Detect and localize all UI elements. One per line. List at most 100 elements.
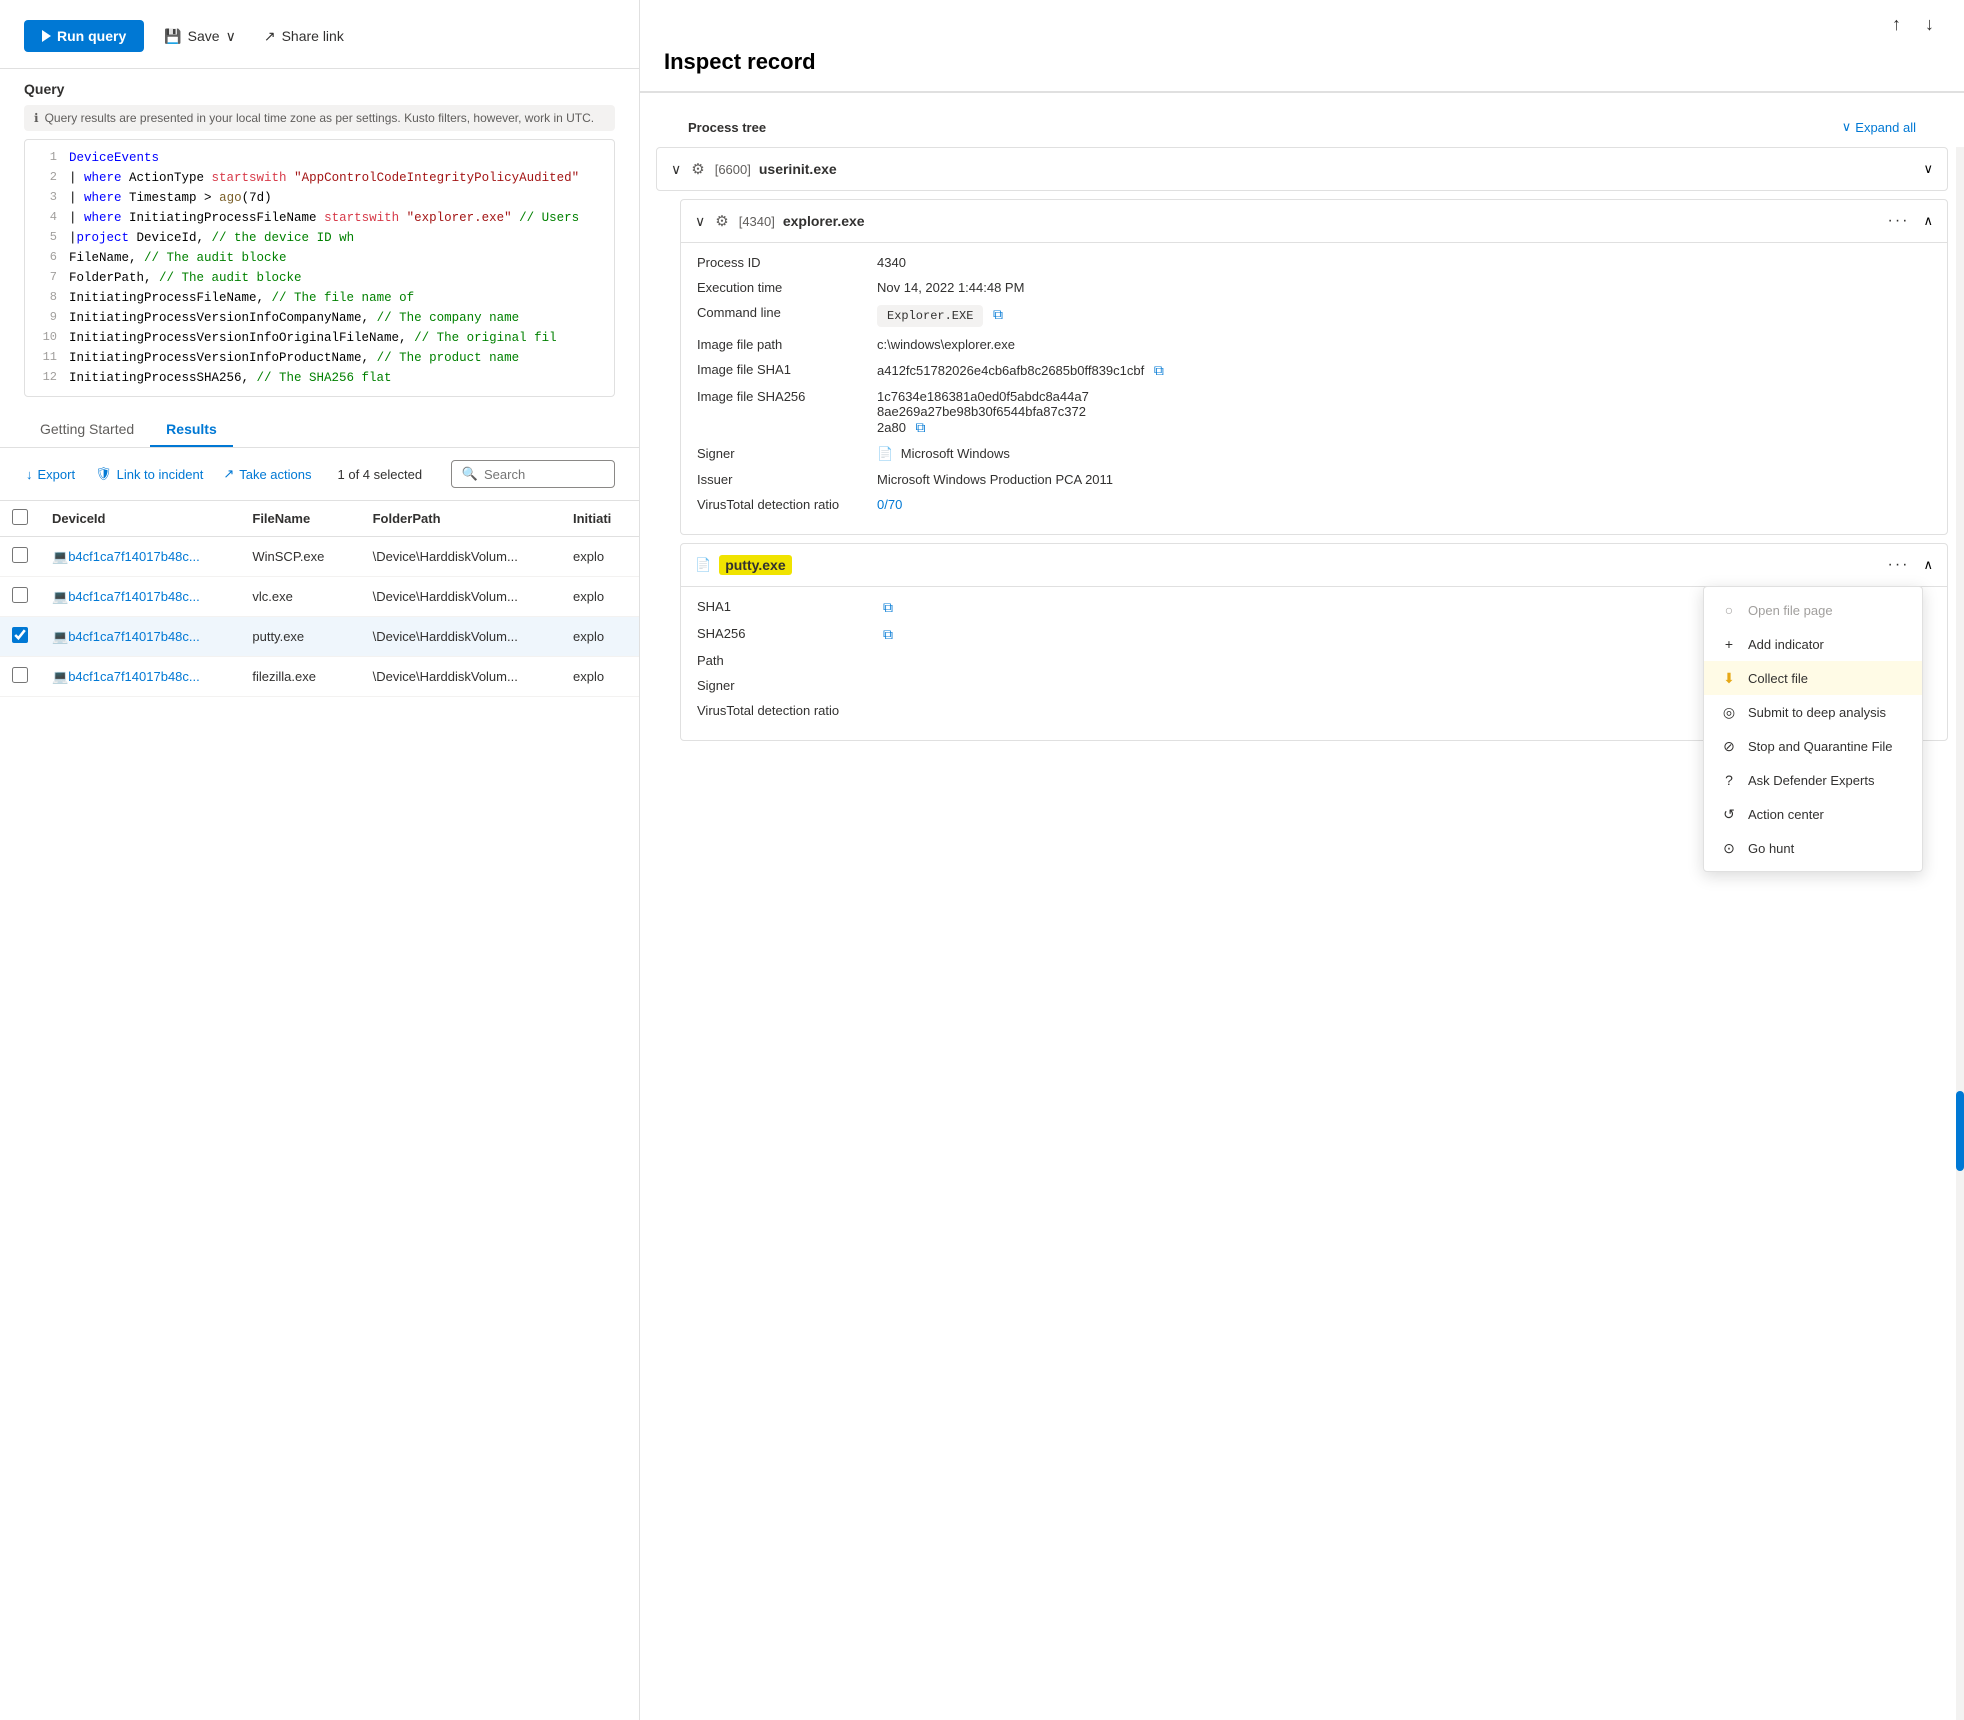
userinit-name: userinit.exe (759, 161, 837, 177)
info-icon: ℹ (34, 111, 39, 125)
row-4-initiating: explo (561, 657, 639, 697)
run-query-button[interactable]: Run query (24, 20, 144, 52)
table-row: 💻b4cf1ca7f14017b48c... vlc.exe \Device\H… (0, 577, 639, 617)
code-text-6: FileName, // The audit blocke (69, 248, 287, 268)
save-button[interactable]: 💾 Save ∨ (156, 22, 244, 51)
virus-total-link[interactable]: 0/70 (877, 497, 902, 512)
submit-deep-icon: ◎ (1720, 703, 1738, 721)
stop-quarantine-label: Stop and Quarantine File (1748, 739, 1893, 754)
line-num-7: 7 (33, 268, 57, 287)
detail-process-id: Process ID 4340 (697, 255, 1931, 270)
nav-up-button[interactable]: ↑ (1886, 12, 1907, 37)
signer-label: Signer (697, 446, 877, 461)
nav-down-button[interactable]: ↓ (1919, 12, 1940, 37)
ask-defender-icon: ? (1720, 771, 1738, 789)
collapse-arrow-userinit[interactable]: ∨ (671, 161, 681, 178)
inspect-record-title: Inspect record (640, 49, 1964, 92)
detail-signer: Signer 📄 Microsoft Windows (697, 446, 1931, 462)
virus-total-label: VirusTotal detection ratio (697, 497, 877, 512)
search-input[interactable] (484, 467, 604, 482)
link-to-incident-button[interactable]: 🛡 Link to incident (93, 462, 205, 486)
search-box: 🔍 (451, 460, 615, 488)
share-link-button[interactable]: ↗ Share link (256, 22, 352, 51)
signer-icon: 📄 (877, 446, 893, 461)
info-text: Query results are presented in your loca… (45, 111, 595, 125)
take-actions-label: Take actions (239, 467, 311, 482)
line-num-11: 11 (33, 348, 57, 367)
copy-putty-sha1-icon[interactable]: ⧉ (883, 599, 893, 615)
menu-item-collect-file[interactable]: ⬇ Collect file (1704, 661, 1922, 695)
menu-item-ask-defender[interactable]: ? Ask Defender Experts (1704, 763, 1922, 797)
explorer-name: explorer.exe (783, 213, 865, 229)
line-num-3: 3 (33, 188, 57, 207)
line-num-4: 4 (33, 208, 57, 227)
menu-item-add-indicator[interactable]: + Add indicator (1704, 627, 1922, 661)
collapse-arrow-explorer[interactable]: ∨ (695, 213, 705, 230)
row-3-device-id[interactable]: b4cf1ca7f14017b48c... (68, 629, 200, 644)
take-actions-button[interactable]: ↗ Take actions (221, 462, 313, 486)
code-text-7: FolderPath, // The audit blocke (69, 268, 302, 288)
putty-more-button[interactable]: ··· (1882, 554, 1916, 576)
menu-item-open-file-page[interactable]: ○ Open file page (1704, 593, 1922, 627)
row-1-folderpath: \Device\HarddiskVolum... (361, 537, 561, 577)
share-icon: ↗ (264, 28, 276, 45)
table-row: 💻b4cf1ca7f14017b48c... filezilla.exe \De… (0, 657, 639, 697)
row-4-filename: filezilla.exe (240, 657, 360, 697)
command-line-value: Explorer.EXE ⧉ (877, 305, 1931, 327)
menu-item-action-center[interactable]: ↺ Action center (1704, 797, 1922, 831)
copy-sha256-icon[interactable]: ⧉ (916, 419, 926, 435)
detail-sha1: Image file SHA1 a412fc51782026e4cb6afb8c… (697, 362, 1931, 379)
row-1-checkbox[interactable] (12, 547, 28, 563)
userinit-chevron-icon: ∨ (1923, 161, 1933, 177)
row-4-device-id[interactable]: b4cf1ca7f14017b48c... (68, 669, 200, 684)
row-4-folderpath: \Device\HarddiskVolum... (361, 657, 561, 697)
select-all-checkbox[interactable] (12, 509, 28, 525)
detail-execution-time: Execution time Nov 14, 2022 1:44:48 PM (697, 280, 1931, 295)
code-text-8: InitiatingProcessFileName, // The file n… (69, 288, 414, 308)
ask-defender-label: Ask Defender Experts (1748, 773, 1874, 788)
run-query-label: Run query (57, 28, 126, 44)
row-2-checkbox[interactable] (12, 587, 28, 603)
info-bar: ℹ Query results are presented in your lo… (24, 105, 615, 131)
copy-sha1-icon[interactable]: ⧉ (1154, 362, 1164, 378)
toolbar: Run query 💾 Save ∨ ↗ Share link (0, 0, 639, 69)
code-line-2: 2 | where ActionType startswith "AppCont… (25, 168, 614, 188)
row-2-device-id[interactable]: b4cf1ca7f14017b48c... (68, 589, 200, 604)
process-header-userinit[interactable]: ∨ ⚙ [6600] userinit.exe ∨ (657, 148, 1947, 190)
gear-button-userinit[interactable]: ⚙ (689, 158, 706, 180)
menu-item-stop-quarantine[interactable]: ⊘ Stop and Quarantine File (1704, 729, 1922, 763)
code-editor[interactable]: 1 DeviceEvents 2 | where ActionType star… (24, 139, 615, 397)
menu-item-go-hunt[interactable]: ⊙ Go hunt (1704, 831, 1922, 865)
explorer-more-button[interactable]: ··· (1882, 210, 1916, 232)
row-1-device-id[interactable]: b4cf1ca7f14017b48c... (68, 549, 200, 564)
gear-button-explorer[interactable]: ⚙ (713, 210, 730, 232)
scroll-thumb[interactable] (1956, 1091, 1964, 1171)
right-panel: ↑ ↓ Inspect record Process tree ∨ Expand… (640, 0, 1964, 1720)
row-1-filename: WinSCP.exe (240, 537, 360, 577)
row-4-checkbox[interactable] (12, 667, 28, 683)
row-3-checkbox[interactable] (12, 627, 28, 643)
virus-total-value: 0/70 (877, 497, 1931, 512)
menu-item-submit-deep[interactable]: ◎ Submit to deep analysis (1704, 695, 1922, 729)
export-button[interactable]: ↓ Export (24, 463, 77, 486)
scrollbar[interactable] (1956, 147, 1964, 1720)
tab-results[interactable]: Results (150, 413, 233, 447)
header-checkbox-cell (0, 501, 40, 537)
sha256-value: 1c7634e186381a0ed0f5abdc8a44a78ae269a27b… (877, 389, 1931, 436)
image-path-value: c:\windows\explorer.exe (877, 337, 1931, 352)
query-label: Query (24, 81, 615, 97)
putty-sha1-label: SHA1 (697, 599, 877, 614)
tab-getting-started[interactable]: Getting Started (24, 413, 150, 447)
putty-sha256-label: SHA256 (697, 626, 877, 641)
line-num-12: 12 (33, 368, 57, 387)
copy-command-icon[interactable]: ⧉ (993, 306, 1003, 322)
process-item-explorer: ∨ ⚙ [4340] explorer.exe ··· ∧ Process ID… (680, 199, 1948, 535)
expand-all-button[interactable]: ∨ Expand all (1818, 105, 1940, 141)
line-num-8: 8 (33, 288, 57, 307)
process-header-explorer[interactable]: ∨ ⚙ [4340] explorer.exe ··· ∧ (681, 200, 1947, 242)
submit-deep-label: Submit to deep analysis (1748, 705, 1886, 720)
row-2-initiating: explo (561, 577, 639, 617)
copy-putty-sha256-icon[interactable]: ⧉ (883, 626, 893, 642)
code-line-3: 3 | where Timestamp > ago(7d) (25, 188, 614, 208)
process-container: ∨ ⚙ [6600] userinit.exe ∨ ∨ ⚙ [4340] exp… (640, 147, 1964, 1720)
